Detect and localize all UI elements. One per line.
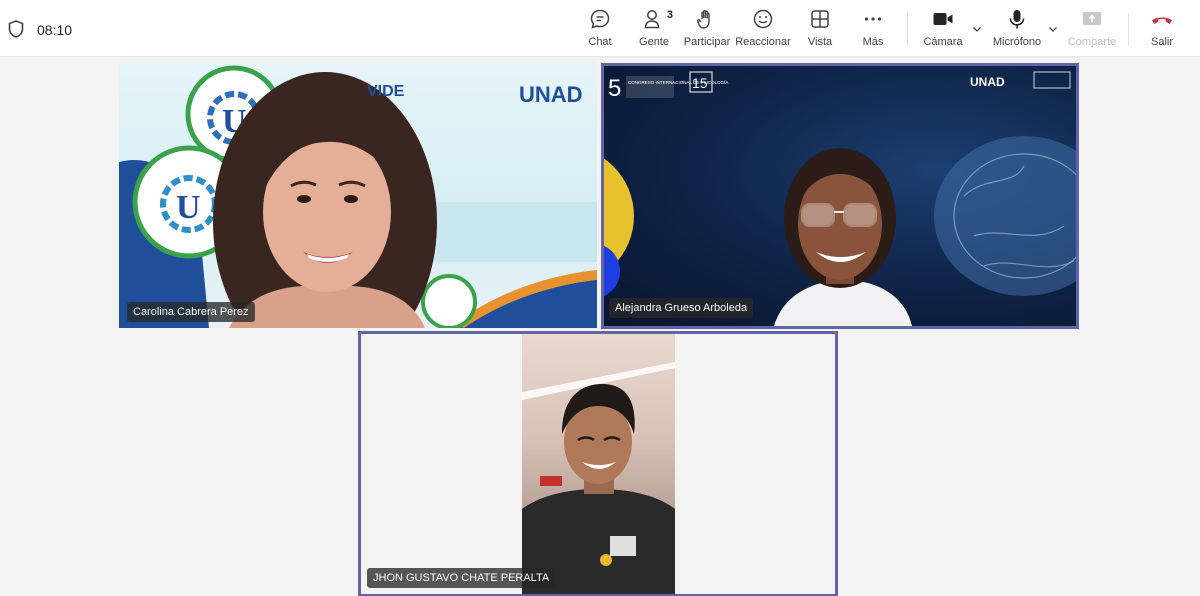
share-label: Comparte — [1067, 36, 1117, 48]
participant-name-tag: JHON GUSTAVO CHATE PERALTA — [367, 568, 556, 588]
toolbar-divider — [907, 13, 908, 45]
camera-button[interactable]: Cámara — [923, 6, 963, 52]
raise-hand-button[interactable]: Participar — [684, 6, 730, 52]
microphone-label: Micrófono — [992, 36, 1042, 48]
slide-brand-text: UNAD — [519, 82, 583, 107]
slide-symposium-number: 15 — [692, 75, 708, 91]
participant-video-image — [522, 362, 675, 594]
microphone-chevron-down-icon[interactable] — [1048, 24, 1058, 34]
slide-congress-text: CONGRESO INTERNACIONAL DE PSICOLOGÍA — [628, 79, 728, 85]
people-icon — [644, 10, 660, 29]
microphone-button[interactable]: Micrófono — [992, 6, 1042, 52]
camera-icon — [933, 13, 953, 25]
people-count: 3 — [666, 9, 673, 21]
hang-up-icon — [1152, 17, 1172, 24]
shield-icon[interactable] — [8, 20, 24, 38]
microphone-icon — [1009, 10, 1025, 29]
participant-name-tag: Alejandra Grueso Arboleda — [609, 298, 754, 318]
chat-label: Chat — [588, 36, 612, 48]
view-button[interactable]: Vista — [806, 6, 834, 52]
camera-label: Cámara — [923, 36, 963, 48]
react-button[interactable]: Reaccionar — [735, 6, 791, 52]
leave-button[interactable]: Salir — [1150, 6, 1174, 52]
smiley-icon — [753, 9, 773, 29]
hand-icon — [697, 9, 710, 29]
svg-text:U: U — [176, 189, 201, 226]
participant-video-feed: U U VIDE UNAD — [119, 65, 597, 328]
slide-congress-number: 5 — [608, 75, 621, 102]
leave-label: Salir — [1150, 36, 1173, 48]
chat-icon — [590, 9, 610, 29]
participant-name-tag: Carolina Cabrera Perez — [127, 302, 255, 322]
share-screen-icon — [1083, 12, 1101, 25]
more-dots-icon — [864, 17, 882, 21]
participant-video-tile[interactable]: U U VIDE UNAD Carolina Cabrera Perez — [119, 62, 597, 328]
people-button[interactable]: 3 Gente — [637, 6, 673, 52]
participant-video-tile-active[interactable]: JHON GUSTAVO CHATE PERALTA — [358, 331, 838, 596]
toolbar-divider-2 — [1128, 13, 1129, 45]
slide-brand-text: UNAD — [970, 75, 1005, 89]
people-label: Gente — [639, 36, 669, 48]
react-label: Reaccionar — [735, 36, 791, 48]
raise-hand-label: Participar — [683, 36, 731, 48]
meeting-timer: 08:10 — [37, 22, 73, 38]
slide-brand-left-text: VIDE — [367, 83, 405, 100]
more-button[interactable]: Más — [860, 6, 886, 52]
participant-video-tile-active[interactable]: 5 CONGRESO INTERNACIONAL DE PSICOLOGÍA 1… — [601, 63, 1079, 329]
camera-chevron-down-icon[interactable] — [972, 24, 982, 34]
more-label: Más — [862, 36, 884, 48]
grid-view-icon — [811, 10, 829, 28]
share-button[interactable]: Comparte — [1068, 6, 1116, 52]
meeting-toolbar: 08:10 Chat 3 Gente Participar Reaccionar — [0, 0, 1200, 57]
participant-video-feed — [522, 334, 675, 594]
chat-button[interactable]: Chat — [585, 6, 615, 52]
view-label: Vista — [807, 36, 833, 48]
participant-video-feed: 5 CONGRESO INTERNACIONAL DE PSICOLOGÍA 1… — [604, 71, 1076, 326]
